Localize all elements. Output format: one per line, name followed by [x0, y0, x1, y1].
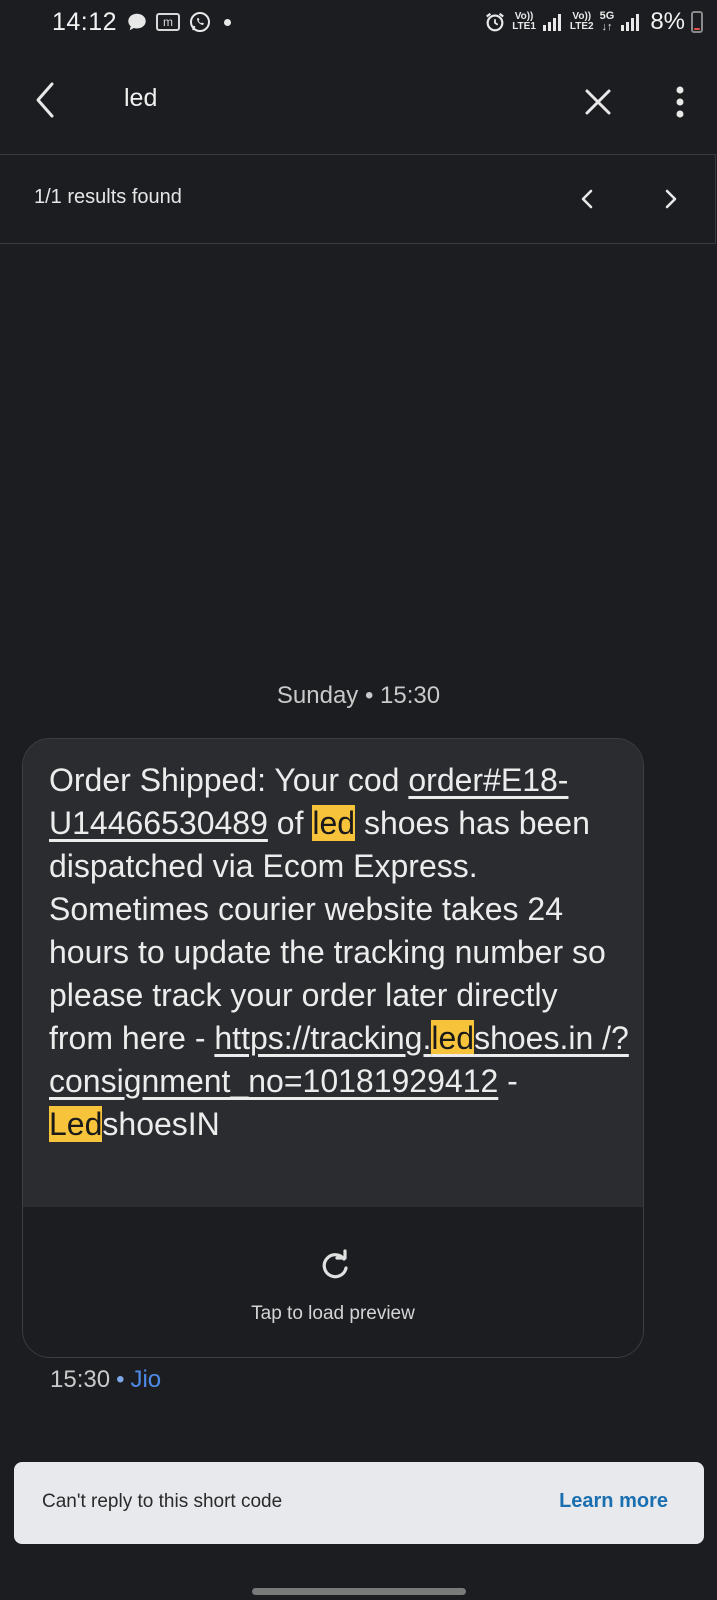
tap-to-load-preview-label: Tap to load preview: [251, 1303, 415, 1324]
notification-icons: m: [126, 10, 231, 34]
chat-bubble-icon: [128, 13, 146, 31]
status-time: 14:12: [52, 8, 118, 36]
sim2-network-label: Vo)) LTE2: [569, 11, 594, 32]
whatsapp-icon: [190, 12, 210, 32]
date-separator: Sunday • 15:30: [276, 682, 441, 709]
signal-strength-icon: [621, 14, 640, 31]
search-results-bar: 1/1 results found: [0, 154, 716, 244]
arrow-left-icon[interactable]: [24, 72, 72, 128]
5g-label: 5G ↓↑: [599, 10, 615, 33]
more-vert-icon[interactable]: [662, 80, 698, 124]
battery-level: [694, 28, 700, 30]
notice-text: Can't reply to this short code: [42, 1491, 283, 1512]
search-highlight: led: [312, 805, 356, 841]
status-bar: 14:12 m Vo)) LTE1 Vo)) LTE2 5G ↓↑ 8%: [0, 0, 717, 46]
signal-strength-icon: [542, 14, 561, 31]
close-icon[interactable]: [576, 80, 620, 124]
refresh-icon: [322, 1249, 348, 1279]
learn-more-button[interactable]: Learn more: [559, 1490, 668, 1513]
alarm-icon: [486, 12, 505, 32]
message-bubble[interactable]: Order Shipped: Your cod order#E18-U14466…: [22, 738, 644, 1358]
messages-app-icon: m: [156, 13, 180, 31]
battery-icon: [691, 11, 703, 33]
cant-reply-notice: Can't reply to this short code Learn mor…: [14, 1462, 704, 1544]
battery-percent: 8%: [650, 8, 685, 35]
search-header: led: [0, 50, 717, 150]
message-text: Order Shipped: Your cod order#E18-U14466…: [49, 762, 629, 1142]
message-meta: 15:30 • Jio: [50, 1366, 161, 1394]
link-preview[interactable]: Tap to load preview: [23, 1207, 643, 1357]
message-body: Order Shipped: Your cod order#E18-U14466…: [23, 739, 643, 1207]
message-time: 15:30: [50, 1366, 111, 1393]
search-highlight: led: [431, 1020, 475, 1056]
more-notifications-dot: [224, 18, 231, 26]
search-input[interactable]: led: [124, 84, 157, 113]
results-count: 1/1 results found: [34, 186, 182, 208]
meta-separator: •: [116, 1366, 125, 1393]
sim1-network-label: Vo)) LTE1: [512, 11, 536, 32]
system-status-icons: Vo)) LTE1 Vo)) LTE2 5G ↓↑ 8%: [484, 8, 703, 36]
chevron-right-icon[interactable]: [648, 177, 692, 221]
sim-label: Jio: [130, 1366, 162, 1393]
chevron-left-icon[interactable]: [566, 177, 610, 221]
home-indicator[interactable]: [252, 1588, 466, 1595]
search-highlight: Led: [49, 1106, 103, 1142]
